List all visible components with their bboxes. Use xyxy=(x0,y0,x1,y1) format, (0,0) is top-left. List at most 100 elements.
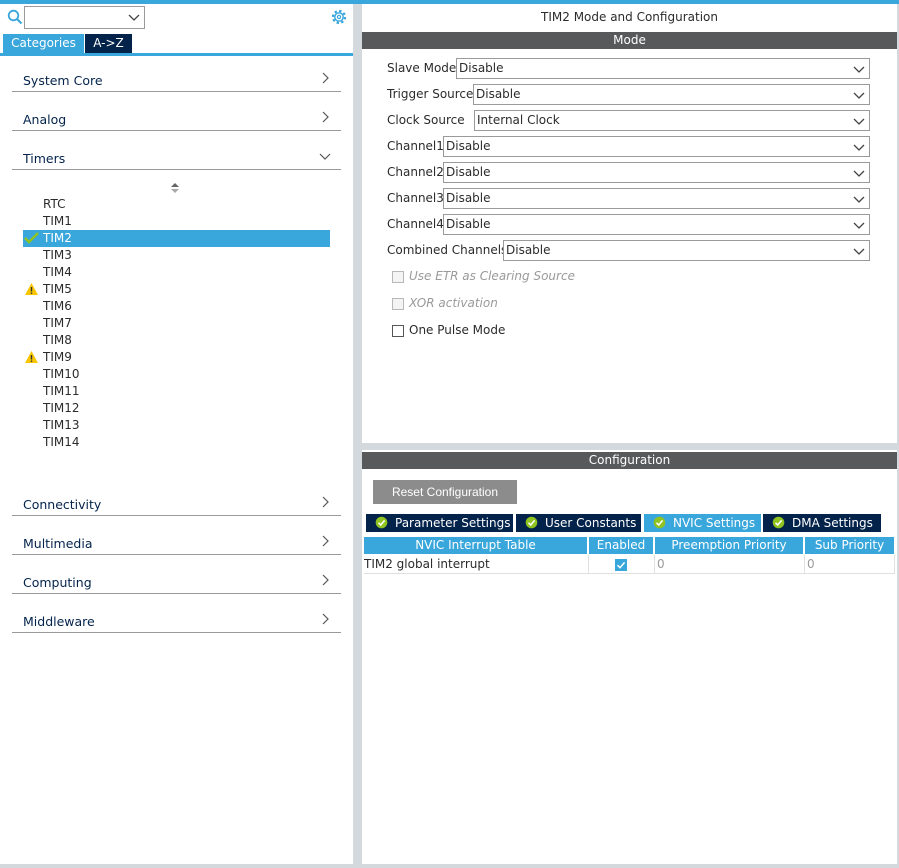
channel4-select[interactable]: Disable xyxy=(443,214,870,235)
channel3-label: Channel3 xyxy=(387,191,444,205)
chevron-down-icon xyxy=(853,170,865,177)
timer-item-rtc[interactable]: RTC xyxy=(43,196,65,213)
select-value: Disable xyxy=(476,87,521,101)
timer-item-tim4[interactable]: TIM4 xyxy=(43,264,72,281)
interrupt-name-cell: TIM2 global interrupt xyxy=(364,555,589,574)
category-middleware[interactable]: Middleware xyxy=(12,608,341,633)
tab-categories[interactable]: Categories xyxy=(3,34,84,53)
category-label: Analog xyxy=(23,112,67,127)
category-label: System Core xyxy=(23,73,103,88)
chevron-right-icon xyxy=(322,574,329,586)
chevron-right-icon xyxy=(322,111,329,123)
chevron-down-icon xyxy=(853,196,865,203)
tab-underline xyxy=(0,53,353,56)
gear-icon[interactable] xyxy=(330,8,348,26)
mode-panel: TIM2 Mode and Configuration Mode Slave M… xyxy=(362,4,897,443)
column-header-enabled: Enabled xyxy=(589,537,653,554)
category-multimedia[interactable]: Multimedia xyxy=(12,530,341,555)
page-title: TIM2 Mode and Configuration xyxy=(541,10,718,24)
category-label: Multimedia xyxy=(23,536,93,551)
category-label: Middleware xyxy=(23,614,95,629)
channel2-select[interactable]: Disable xyxy=(443,162,870,183)
chevron-down-icon xyxy=(853,92,865,99)
channel1-select[interactable]: Disable xyxy=(443,136,870,157)
chevron-down-icon xyxy=(128,14,140,21)
check-circle-icon xyxy=(653,516,666,529)
mode-section-header: Mode xyxy=(362,32,897,49)
category-connectivity[interactable]: Connectivity xyxy=(12,491,341,516)
category-label: Computing xyxy=(23,575,92,590)
search-icon[interactable] xyxy=(7,9,23,25)
category-label: Connectivity xyxy=(23,497,102,512)
tab-user-constants[interactable]: User Constants xyxy=(516,514,641,532)
one-pulse-checkbox[interactable] xyxy=(392,325,404,337)
chevron-right-icon xyxy=(322,496,329,508)
slave-mode-select[interactable]: Disable xyxy=(456,58,870,79)
category-computing[interactable]: Computing xyxy=(12,569,341,594)
select-value: Disable xyxy=(459,61,504,75)
reset-configuration-button[interactable]: Reset Configuration xyxy=(373,480,517,504)
one-pulse-checkbox-label: One Pulse Mode xyxy=(409,323,506,337)
panel-splitter[interactable] xyxy=(353,4,362,868)
timer-item-tim7[interactable]: TIM7 xyxy=(43,315,72,332)
sort-icon[interactable] xyxy=(170,182,180,194)
timer-item-tim10[interactable]: TIM10 xyxy=(43,366,80,383)
chevron-down-icon xyxy=(853,222,865,229)
configuration-section-header: Configuration xyxy=(362,452,897,469)
timer-item-tim14[interactable]: TIM14 xyxy=(43,434,80,451)
tab-nvic-settings[interactable]: NVIC Settings xyxy=(644,514,761,532)
category-analog[interactable]: Analog xyxy=(12,106,341,131)
tab-dma-settings[interactable]: DMA Settings xyxy=(763,514,881,532)
select-value: Disable xyxy=(446,165,491,179)
tab-a-z[interactable]: A->Z xyxy=(85,34,132,53)
select-value: Disable xyxy=(446,191,491,205)
timer-item-tim3[interactable]: TIM3 xyxy=(43,247,72,264)
channel3-select[interactable]: Disable xyxy=(443,188,870,209)
timer-item-tim11[interactable]: TIM11 xyxy=(43,383,80,400)
tab-label: Parameter Settings xyxy=(395,516,511,530)
category-label: Timers xyxy=(23,151,66,166)
chevron-right-icon xyxy=(322,535,329,547)
timer-item-tim8[interactable]: TIM8 xyxy=(43,332,72,349)
category-timers[interactable]: Timers xyxy=(12,145,341,170)
clock-source-select[interactable]: Internal Clock xyxy=(474,110,870,131)
preemption-priority-cell[interactable]: 0 xyxy=(655,555,805,574)
trigger-source-select[interactable]: Disable xyxy=(473,84,870,105)
column-header-interrupt: NVIC Interrupt Table xyxy=(364,537,587,554)
chevron-right-icon xyxy=(322,72,329,84)
channel1-label: Channel1 xyxy=(387,139,444,153)
timer-item-tim2[interactable]: TIM2 xyxy=(43,230,72,247)
clock-source-label: Clock Source xyxy=(387,113,465,127)
timer-item-tim9[interactable]: TIM9 xyxy=(43,349,72,366)
timer-item-tim1[interactable]: TIM1 xyxy=(43,213,72,230)
channel2-label: Channel2 xyxy=(387,165,444,179)
chevron-down-icon xyxy=(853,118,865,125)
search-combo[interactable] xyxy=(24,6,145,29)
select-value: Disable xyxy=(506,243,551,257)
configuration-panel: Configuration Reset Configuration Parame… xyxy=(362,450,897,866)
sub-priority-cell[interactable]: 0 xyxy=(805,555,895,574)
trigger-source-label: Trigger Source xyxy=(387,87,474,101)
etr-checkbox[interactable] xyxy=(392,271,404,283)
chevron-down-icon xyxy=(853,66,865,73)
xor-checkbox[interactable] xyxy=(392,298,404,310)
chevron-down-icon xyxy=(853,248,865,255)
etr-checkbox-label: Use ETR as Clearing Source xyxy=(409,269,575,283)
timer-item-tim13[interactable]: TIM13 xyxy=(43,417,80,434)
select-value: Disable xyxy=(446,139,491,153)
chevron-down-icon xyxy=(853,144,865,151)
timer-item-tim5[interactable]: TIM5 xyxy=(43,281,72,298)
bottom-strip xyxy=(0,864,899,868)
tab-label: User Constants xyxy=(545,516,637,530)
timer-item-tim12[interactable]: TIM12 xyxy=(43,400,80,417)
column-header-sub-priority: Sub Priority xyxy=(805,537,894,554)
category-system-core[interactable]: System Core xyxy=(12,67,341,92)
combined-channels-select[interactable]: Disable xyxy=(503,240,870,261)
tab-parameter-settings[interactable]: Parameter Settings xyxy=(366,514,513,532)
check-icon xyxy=(24,232,39,244)
category-panel: Categories A->Z System Core Analog Timer… xyxy=(0,4,353,864)
enabled-checkbox[interactable] xyxy=(615,559,627,571)
timer-item-tim6[interactable]: TIM6 xyxy=(43,298,72,315)
warning-icon xyxy=(25,283,38,295)
channel4-label: Channel4 xyxy=(387,217,444,231)
